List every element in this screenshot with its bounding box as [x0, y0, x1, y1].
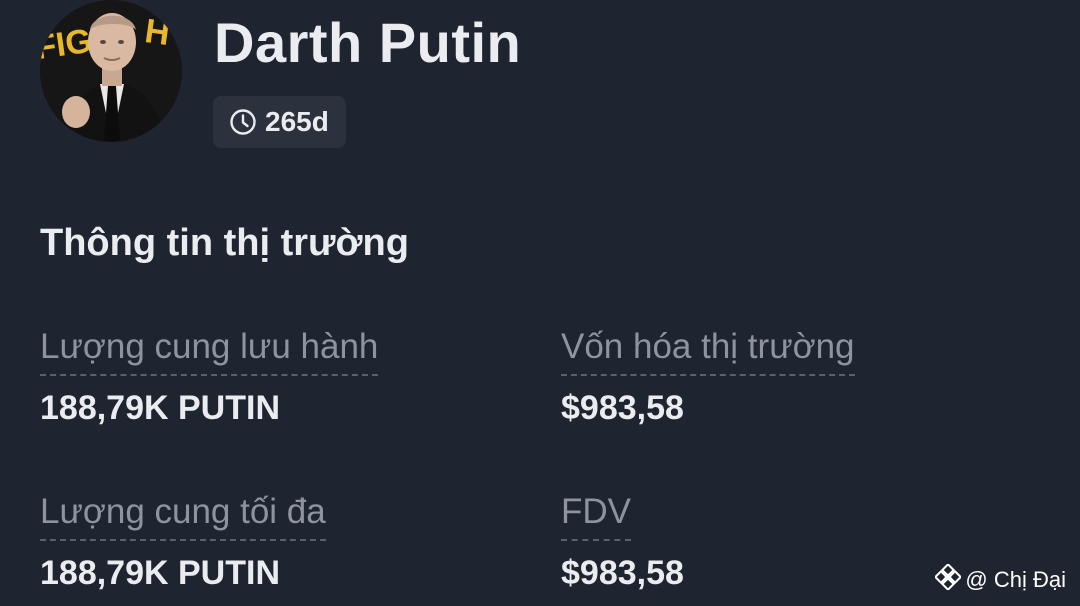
- circulating-supply-label[interactable]: Lượng cung lưu hành: [40, 326, 379, 376]
- avatar-image: FIG H C: [40, 0, 182, 142]
- svg-text:H: H: [142, 12, 172, 53]
- market-info-title: Thông tin thị trường: [40, 222, 409, 264]
- market-cap-stat: Vốn hóa thị trường $983,58: [561, 326, 855, 428]
- market-cap-value: $983,58: [561, 389, 684, 427]
- market-cap-label[interactable]: Vốn hóa thị trường: [561, 326, 855, 376]
- circulating-supply-value: 188,79K PUTIN: [40, 389, 280, 427]
- fdv-value: $983,58: [561, 554, 684, 592]
- token-name: Darth Putin: [214, 11, 522, 74]
- token-avatar: FIG H C: [40, 0, 182, 142]
- max-supply-value: 188,79K PUTIN: [40, 554, 280, 592]
- clock-icon: [229, 108, 257, 136]
- watermark-text: @ Chị Đại: [965, 567, 1066, 592]
- svg-text:C: C: [46, 0, 62, 25]
- max-supply-stat: Lượng cung tối đa 188,79K PUTIN: [40, 491, 326, 593]
- binance-logo-icon: [934, 562, 963, 596]
- svg-text:FIG: FIG: [40, 22, 94, 68]
- fdv-stat: FDV $983,58: [561, 491, 684, 593]
- token-age-badge: 265d: [213, 96, 346, 148]
- token-detail-page: FIG H C Darth Putin 265d Thông tin thị t…: [0, 0, 1080, 606]
- circulating-supply-stat: Lượng cung lưu hành 188,79K PUTIN: [40, 326, 379, 428]
- fdv-label[interactable]: FDV: [561, 491, 631, 541]
- watermark: @ Chị Đại: [934, 562, 1066, 596]
- token-age-text: 265d: [265, 106, 329, 137]
- max-supply-label[interactable]: Lượng cung tối đa: [40, 491, 326, 541]
